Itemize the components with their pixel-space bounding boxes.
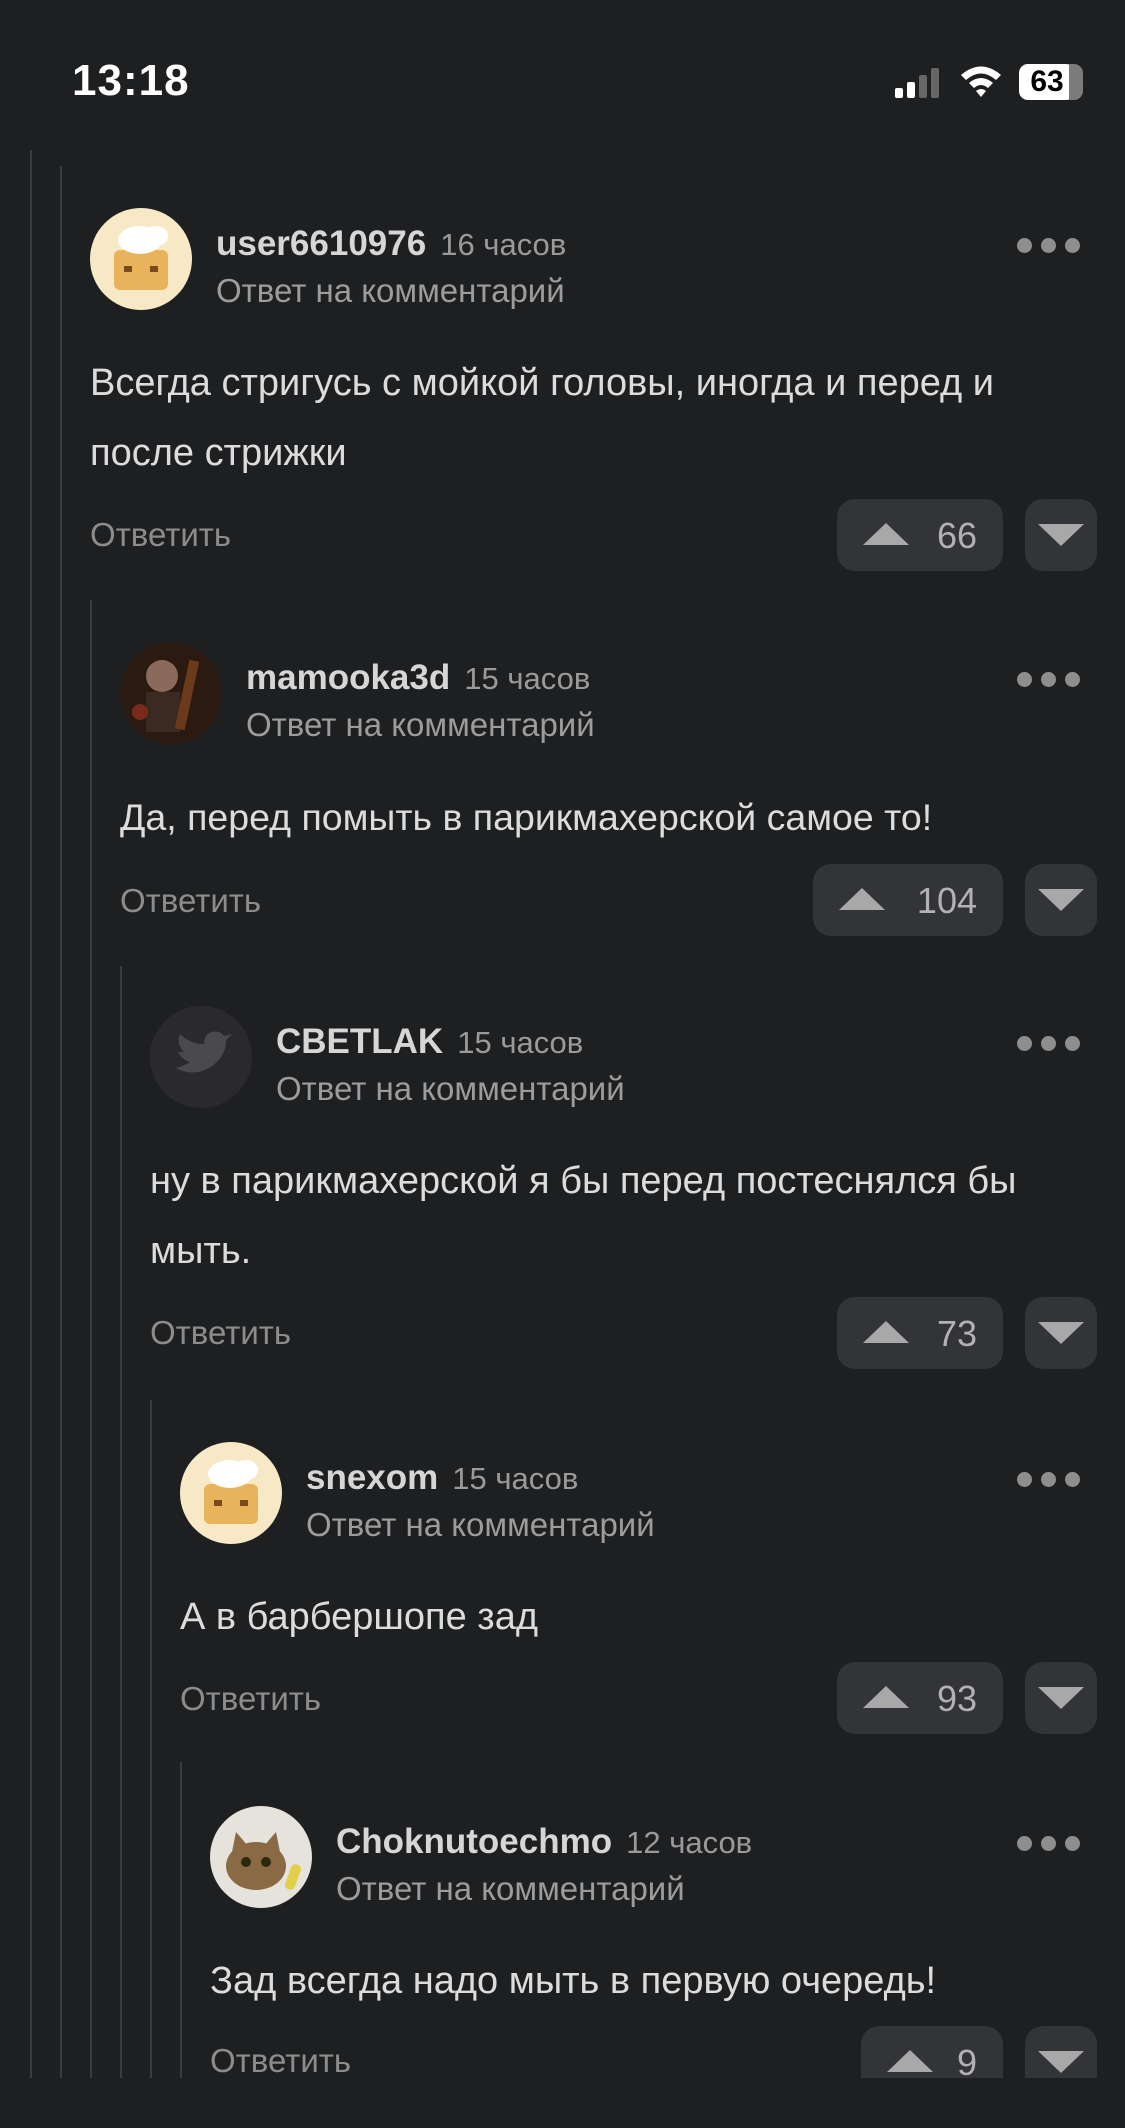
downvote-button[interactable]: [1025, 499, 1097, 571]
chef-hat-avatar-icon: [180, 1442, 282, 1544]
vote-count: 73: [936, 1313, 977, 1354]
thread-line: [150, 1400, 152, 2078]
reply-subtitle: Ответ на комментарий: [246, 706, 595, 743]
thread-line: [120, 966, 122, 2078]
comment-text: Да, перед помыть в парикмахерской самое …: [120, 796, 933, 838]
chef-hat-avatar-icon: [90, 208, 192, 310]
arrow-up-icon: [887, 2050, 933, 2072]
battery-icon: 63: [1019, 64, 1083, 100]
arrow-down-icon: [1038, 524, 1084, 546]
comment: user6610976 16 часов Ответ на комментарий…: [90, 208, 1125, 588]
downvote-button[interactable]: [1025, 864, 1097, 936]
more-icon[interactable]: [1017, 1026, 1081, 1056]
username[interactable]: snexom 15 часов: [306, 1458, 578, 1498]
comment-text: А в барбершопе зад: [180, 1596, 539, 1638]
thread-line: [60, 166, 62, 2078]
reply-subtitle: Ответ на комментарий: [276, 1070, 625, 1107]
reply-subtitle: Ответ на комментарий: [306, 1506, 655, 1543]
timestamp: 15 часов: [452, 1461, 579, 1496]
thread-line: [180, 1762, 182, 2078]
arrow-down-icon: [1038, 2051, 1084, 2073]
thread-line: [30, 150, 32, 2078]
downvote-button[interactable]: [1025, 1297, 1097, 1369]
avatar[interactable]: [180, 1442, 282, 1544]
comment-text: Всегда стригусь с мойкой головы, иногда …: [90, 362, 994, 474]
cat-photo-avatar-icon: [210, 1806, 312, 1908]
arrow-down-icon: [1038, 1687, 1084, 1709]
avatar[interactable]: [120, 642, 222, 744]
musician-photo-avatar-icon: [120, 642, 222, 744]
comment-text: Зад всегда надо мыть в первую очередь!: [210, 1960, 937, 2002]
bottom-edge: [0, 2078, 1125, 2128]
reply-subtitle: Ответ на комментарий: [336, 1870, 685, 1907]
more-icon[interactable]: [1017, 1462, 1081, 1492]
arrow-up-icon: [863, 523, 909, 545]
username[interactable]: Choknutoechmo 12 часов: [336, 1822, 752, 1862]
arrow-up-icon: [839, 888, 885, 910]
timestamp: 16 часов: [440, 227, 567, 262]
comment: CBETLAK 15 часов Ответ на комментарий ну …: [150, 1006, 1125, 1386]
reply-button[interactable]: Ответить: [150, 1314, 291, 1352]
thread-line: [90, 600, 92, 2078]
username[interactable]: mamooka3d 15 часов: [246, 658, 590, 698]
signal-icon: [895, 68, 939, 98]
bird-logo-avatar-icon: [150, 1006, 252, 1108]
timestamp: 12 часов: [626, 1825, 753, 1860]
arrow-up-icon: [863, 1686, 909, 1708]
battery-level: 63: [1030, 65, 1064, 98]
more-icon[interactable]: [1017, 228, 1081, 258]
reply-button[interactable]: Ответить: [90, 516, 231, 554]
reply-subtitle: Ответ на комментарий: [216, 272, 565, 309]
wifi-icon: [961, 66, 1001, 97]
reply-button[interactable]: Ответить: [120, 882, 261, 920]
avatar[interactable]: [210, 1806, 312, 1908]
avatar[interactable]: [150, 1006, 252, 1108]
vote-count: 93: [936, 1678, 977, 1719]
username[interactable]: CBETLAK 15 часов: [276, 1022, 583, 1062]
vote-count: 66: [936, 515, 977, 556]
comment: Choknutoechmo 12 часов Ответ на комментар…: [210, 1806, 1125, 2106]
downvote-button[interactable]: [1025, 1662, 1097, 1734]
upvote-button[interactable]: 73: [837, 1297, 1003, 1369]
username[interactable]: user6610976 16 часов: [216, 224, 566, 264]
reply-button[interactable]: Ответить: [180, 1680, 321, 1718]
more-icon[interactable]: [1017, 1826, 1081, 1856]
timestamp: 15 часов: [464, 661, 591, 696]
arrow-down-icon: [1038, 889, 1084, 911]
comment-text: ну в парикмахерской я бы перед постеснял…: [150, 1160, 1017, 1272]
arrow-up-icon: [863, 1321, 909, 1343]
avatar[interactable]: [90, 208, 192, 310]
upvote-button[interactable]: 66: [837, 499, 1003, 571]
timestamp: 15 часов: [457, 1025, 584, 1060]
upvote-button[interactable]: 93: [837, 1662, 1003, 1734]
more-icon[interactable]: [1017, 662, 1081, 692]
reply-button[interactable]: Ответить: [210, 2042, 351, 2080]
arrow-down-icon: [1038, 1322, 1084, 1344]
status-time: 13:18: [72, 56, 190, 105]
comment: snexom 15 часов Ответ на комментарий А в …: [180, 1442, 1125, 1742]
comment: mamooka3d 15 часов Ответ на комментарий Д…: [120, 642, 1125, 942]
status-bar: 13:18 63: [0, 0, 1125, 150]
vote-count: 104: [916, 880, 977, 921]
upvote-button[interactable]: 104: [813, 864, 1003, 936]
